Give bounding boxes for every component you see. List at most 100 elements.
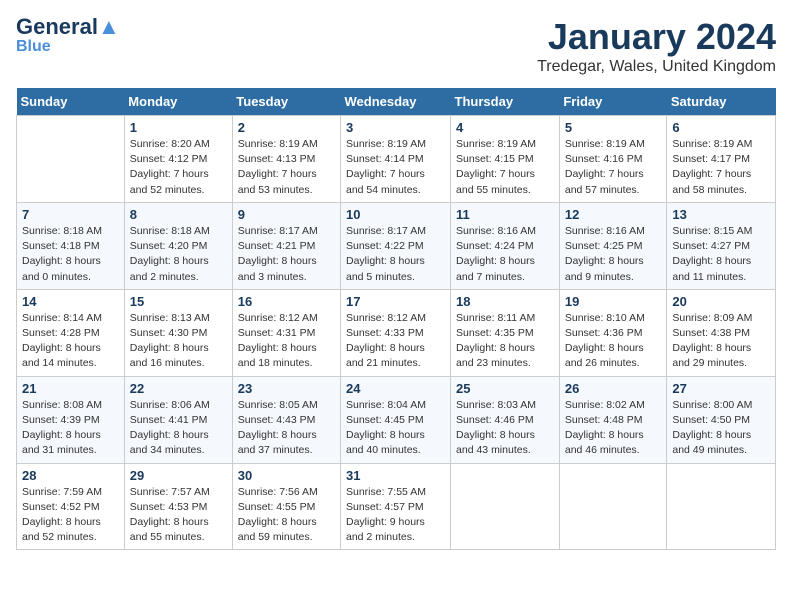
sunrise-text: Sunrise: 8:06 AM [130, 398, 227, 413]
sunrise-text: Sunrise: 8:11 AM [456, 311, 554, 326]
day-number: 19 [565, 294, 662, 309]
day-number: 15 [130, 294, 227, 309]
sunset-text: Sunset: 4:33 PM [346, 326, 445, 341]
calendar-cell: 16Sunrise: 8:12 AMSunset: 4:31 PMDayligh… [232, 289, 340, 376]
day-info: Sunrise: 7:59 AMSunset: 4:52 PMDaylight:… [22, 485, 119, 546]
day-info: Sunrise: 7:55 AMSunset: 4:57 PMDaylight:… [346, 485, 445, 546]
title-area: January 2024 Tredegar, Wales, United Kin… [537, 16, 776, 76]
col-thursday: Thursday [451, 88, 560, 116]
daylight-text: Daylight: 8 hours and 52 minutes. [22, 515, 119, 545]
sunset-text: Sunset: 4:24 PM [456, 239, 554, 254]
col-saturday: Saturday [667, 88, 776, 116]
day-info: Sunrise: 8:17 AMSunset: 4:21 PMDaylight:… [238, 224, 335, 285]
daylight-text: Daylight: 8 hours and 0 minutes. [22, 254, 119, 284]
logo-general: General▲ [16, 16, 120, 38]
daylight-text: Daylight: 8 hours and 29 minutes. [672, 341, 770, 371]
calendar-cell: 6Sunrise: 8:19 AMSunset: 4:17 PMDaylight… [667, 116, 776, 203]
calendar-table: Sunday Monday Tuesday Wednesday Thursday… [16, 88, 776, 550]
sunrise-text: Sunrise: 8:20 AM [130, 137, 227, 152]
day-info: Sunrise: 8:12 AMSunset: 4:33 PMDaylight:… [346, 311, 445, 372]
daylight-text: Daylight: 7 hours and 54 minutes. [346, 167, 445, 197]
day-info: Sunrise: 8:20 AMSunset: 4:12 PMDaylight:… [130, 137, 227, 198]
daylight-text: Daylight: 8 hours and 14 minutes. [22, 341, 119, 371]
day-number: 20 [672, 294, 770, 309]
day-info: Sunrise: 8:19 AMSunset: 4:14 PMDaylight:… [346, 137, 445, 198]
calendar-cell: 10Sunrise: 8:17 AMSunset: 4:22 PMDayligh… [341, 202, 451, 289]
col-monday: Monday [124, 88, 232, 116]
sunset-text: Sunset: 4:25 PM [565, 239, 662, 254]
logo: General▲ Blue [16, 16, 120, 56]
daylight-text: Daylight: 7 hours and 55 minutes. [456, 167, 554, 197]
calendar-cell: 2Sunrise: 8:19 AMSunset: 4:13 PMDaylight… [232, 116, 340, 203]
sunset-text: Sunset: 4:50 PM [672, 413, 770, 428]
sunrise-text: Sunrise: 8:19 AM [565, 137, 662, 152]
daylight-text: Daylight: 8 hours and 7 minutes. [456, 254, 554, 284]
sunset-text: Sunset: 4:27 PM [672, 239, 770, 254]
day-info: Sunrise: 8:18 AMSunset: 4:20 PMDaylight:… [130, 224, 227, 285]
calendar-cell: 27Sunrise: 8:00 AMSunset: 4:50 PMDayligh… [667, 376, 776, 463]
daylight-text: Daylight: 8 hours and 11 minutes. [672, 254, 770, 284]
daylight-text: Daylight: 7 hours and 52 minutes. [130, 167, 227, 197]
sunrise-text: Sunrise: 8:13 AM [130, 311, 227, 326]
sunset-text: Sunset: 4:30 PM [130, 326, 227, 341]
calendar-cell: 30 Sunrise: 7:56 AMSunset: 4:55 PMDayligh… [232, 463, 340, 550]
day-info: Sunrise: 8:10 AMSunset: 4:36 PMDaylight:… [565, 311, 662, 372]
sunset-text: Sunset: 4:15 PM [456, 152, 554, 167]
sunrise-text: Sunrise: 8:19 AM [672, 137, 770, 152]
day-info: Sunrise: 8:19 AMSunset: 4:17 PMDaylight:… [672, 137, 770, 198]
location: Tredegar, Wales, United Kingdom [537, 58, 776, 76]
calendar-cell: 28 Sunrise: 7:59 AMSunset: 4:52 PMDayligh… [17, 463, 125, 550]
day-info: Sunrise: 7:56 AMSunset: 4:55 PMDaylight:… [238, 485, 335, 546]
day-number: 21 [22, 381, 119, 396]
logo-triangle: ▲ [98, 14, 120, 39]
sunrise-text: Sunrise: 8:00 AM [672, 398, 770, 413]
day-number: 27 [672, 381, 770, 396]
day-number: 29 [130, 468, 227, 483]
day-number: 9 [238, 207, 335, 222]
daylight-text: Daylight: 7 hours and 58 minutes. [672, 167, 770, 197]
sunset-text: Sunset: 4:46 PM [456, 413, 554, 428]
calendar-week-row: 1Sunrise: 8:20 AMSunset: 4:12 PMDaylight… [17, 116, 776, 203]
day-number: 5 [565, 120, 662, 135]
daylight-text: Daylight: 8 hours and 34 minutes. [130, 428, 227, 458]
day-info: Sunrise: 8:06 AMSunset: 4:41 PMDaylight:… [130, 398, 227, 459]
day-info: Sunrise: 8:04 AMSunset: 4:45 PMDaylight:… [346, 398, 445, 459]
month-title: January 2024 [537, 16, 776, 58]
sunrise-text: Sunrise: 8:19 AM [238, 137, 335, 152]
sunset-text: Sunset: 4:48 PM [565, 413, 662, 428]
calendar-cell: 25Sunrise: 8:03 AMSunset: 4:46 PMDayligh… [451, 376, 560, 463]
daylight-text: Daylight: 8 hours and 59 minutes. [238, 515, 335, 545]
calendar-cell: 24Sunrise: 8:04 AMSunset: 4:45 PMDayligh… [341, 376, 451, 463]
daylight-text: Daylight: 9 hours and 2 minutes. [346, 515, 445, 545]
col-wednesday: Wednesday [341, 88, 451, 116]
sunset-text: Sunset: 4:17 PM [672, 152, 770, 167]
daylight-text: Daylight: 7 hours and 53 minutes. [238, 167, 335, 197]
sunrise-text: Sunrise: 7:57 AM [130, 485, 227, 500]
day-number: 30 [238, 468, 335, 483]
col-friday: Friday [559, 88, 667, 116]
calendar-cell [451, 463, 560, 550]
sunset-text: Sunset: 4:12 PM [130, 152, 227, 167]
sunrise-text: Sunrise: 8:16 AM [565, 224, 662, 239]
sunrise-text: Sunrise: 8:03 AM [456, 398, 554, 413]
day-number: 2 [238, 120, 335, 135]
sunrise-text: Sunrise: 8:10 AM [565, 311, 662, 326]
day-number: 26 [565, 381, 662, 396]
sunset-text: Sunset: 4:14 PM [346, 152, 445, 167]
sunset-text: Sunset: 4:22 PM [346, 239, 445, 254]
calendar-cell: 9 Sunrise: 8:17 AMSunset: 4:21 PMDaylight… [232, 202, 340, 289]
day-info: Sunrise: 8:14 AMSunset: 4:28 PMDaylight:… [22, 311, 119, 372]
calendar-cell: 11Sunrise: 8:16 AMSunset: 4:24 PMDayligh… [451, 202, 560, 289]
page-header: General▲ Blue January 2024 Tredegar, Wal… [16, 16, 776, 76]
sunset-text: Sunset: 4:20 PM [130, 239, 227, 254]
day-number: 17 [346, 294, 445, 309]
sunset-text: Sunset: 4:41 PM [130, 413, 227, 428]
sunrise-text: Sunrise: 8:02 AM [565, 398, 662, 413]
calendar-week-row: 14Sunrise: 8:14 AMSunset: 4:28 PMDayligh… [17, 289, 776, 376]
daylight-text: Daylight: 8 hours and 31 minutes. [22, 428, 119, 458]
day-number: 28 [22, 468, 119, 483]
day-number: 18 [456, 294, 554, 309]
calendar-cell: 4Sunrise: 8:19 AMSunset: 4:15 PMDaylight… [451, 116, 560, 203]
day-info: Sunrise: 8:16 AMSunset: 4:25 PMDaylight:… [565, 224, 662, 285]
calendar-cell: 12Sunrise: 8:16 AMSunset: 4:25 PMDayligh… [559, 202, 667, 289]
